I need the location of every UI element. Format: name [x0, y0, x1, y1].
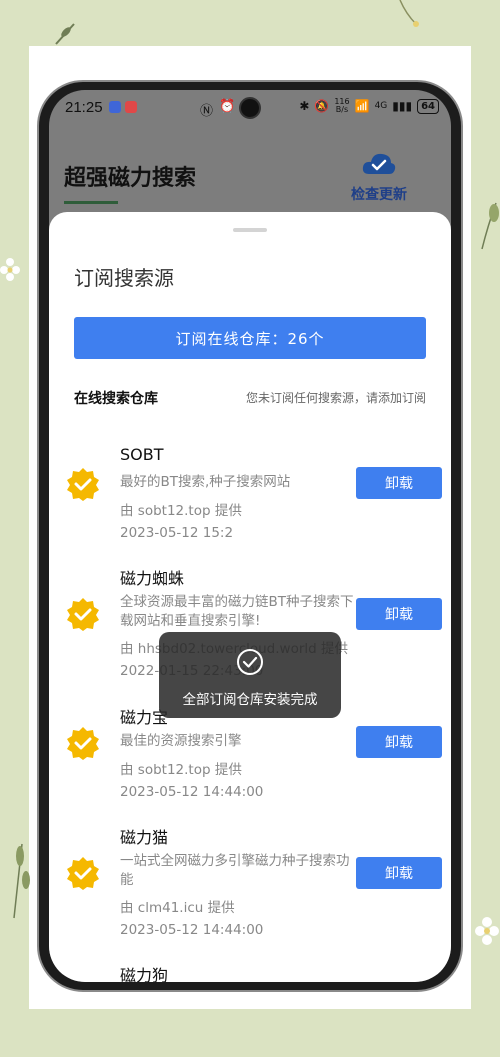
status-time: 21:25	[65, 99, 103, 116]
item-provider: 由 clm41.icu 提供	[120, 900, 235, 916]
uninstall-button[interactable]: 卸载	[356, 726, 442, 758]
item-description: 全球资源最丰富的磁力链BT种子搜索下载网站和垂直搜索引擎!	[120, 594, 354, 629]
subscription-sheet: 订阅搜索源 订阅在线仓库：26个 在线搜索仓库 您未订阅任何搜索源，请添加订阅 …	[49, 212, 451, 982]
toast-notification: 全部订阅仓库安装完成	[159, 632, 341, 718]
section-label: 在线搜索仓库	[74, 391, 158, 407]
phone-screen: 21:25 Ⓝ ⏰ ✱ 🔕 116 B/s 📶 4G ▮▮▮ 64 超强磁力搜索…	[49, 90, 451, 982]
uninstall-button[interactable]: 卸载	[356, 857, 442, 889]
net-speed: 116 B/s	[334, 97, 350, 114]
item-date: 2023-05-12 14:44:00	[120, 922, 264, 938]
mute-icon: 🔕	[314, 99, 330, 113]
item-name: 磁力猫	[120, 828, 169, 847]
item-description: 一站式全网磁力多引擎磁力种子搜索功能	[120, 853, 350, 888]
item-date: 2023-05-12 14:44:00	[120, 784, 264, 800]
toast-message: 全部订阅仓库安装完成	[182, 692, 318, 708]
bluetooth-icon: ✱	[299, 99, 310, 113]
title-underline	[64, 201, 118, 204]
subscribe-online-repo-button[interactable]: 订阅在线仓库：26个	[74, 317, 426, 359]
wifi-icon: 📶	[354, 99, 370, 113]
leaf-decoration-icon	[481, 202, 499, 250]
section-hint: 您未订阅任何搜索源，请添加订阅	[245, 391, 426, 405]
item-description: 最佳的资源搜索引擎	[120, 733, 242, 749]
flower-decoration-icon	[0, 258, 20, 281]
status-icons: ✱ 🔕 116 B/s 📶 4G ▮▮▮ 64	[299, 98, 439, 114]
app-notification-icon	[125, 101, 137, 113]
item-provider: 由 sobt12.top 提供	[120, 762, 242, 778]
item-name: SOBT	[120, 445, 164, 464]
verified-check-icon	[67, 468, 99, 501]
item-description: 最好的BT搜索,种子搜索网站	[120, 474, 291, 490]
uninstall-button[interactable]: 卸载	[356, 598, 442, 630]
verified-check-icon	[67, 727, 99, 760]
item-provider: 由 sobt12.top 提供	[120, 503, 242, 519]
item-name: 磁力蜘蛛	[120, 569, 185, 588]
check-update-button[interactable]: 检查更新	[344, 150, 414, 204]
signal-icon: ▮▮▮	[392, 99, 413, 113]
uninstall-button[interactable]: 卸载	[356, 467, 442, 499]
network-label: 4G	[374, 101, 388, 111]
front-camera	[239, 97, 261, 119]
sheet-drag-handle[interactable]	[233, 228, 267, 232]
check-circle-icon	[237, 649, 263, 675]
nfc-icon: Ⓝ	[200, 104, 214, 119]
leaf-decoration-icon	[55, 23, 75, 45]
flower-decoration-icon	[475, 917, 499, 945]
app-notification-icon	[109, 101, 121, 113]
stem-decoration-icon	[399, 0, 419, 27]
cloud-check-icon	[362, 153, 396, 174]
item-name: 磁力狗	[120, 966, 169, 982]
status-bar: 21:25 Ⓝ ⏰ ✱ 🔕 116 B/s 📶 4G ▮▮▮ 64	[49, 90, 451, 126]
sheet-title: 订阅搜索源	[74, 266, 174, 290]
app-title: 超强磁力搜索	[64, 166, 197, 191]
check-update-label: 检查更新	[351, 187, 407, 203]
battery-icon: 64	[417, 98, 439, 114]
alarm-icon: ⏰	[219, 99, 236, 114]
leaf-decoration-icon	[13, 843, 30, 919]
item-date: 2023-05-12 15:2	[120, 525, 234, 541]
verified-check-icon	[67, 598, 99, 631]
verified-check-icon	[67, 857, 99, 890]
